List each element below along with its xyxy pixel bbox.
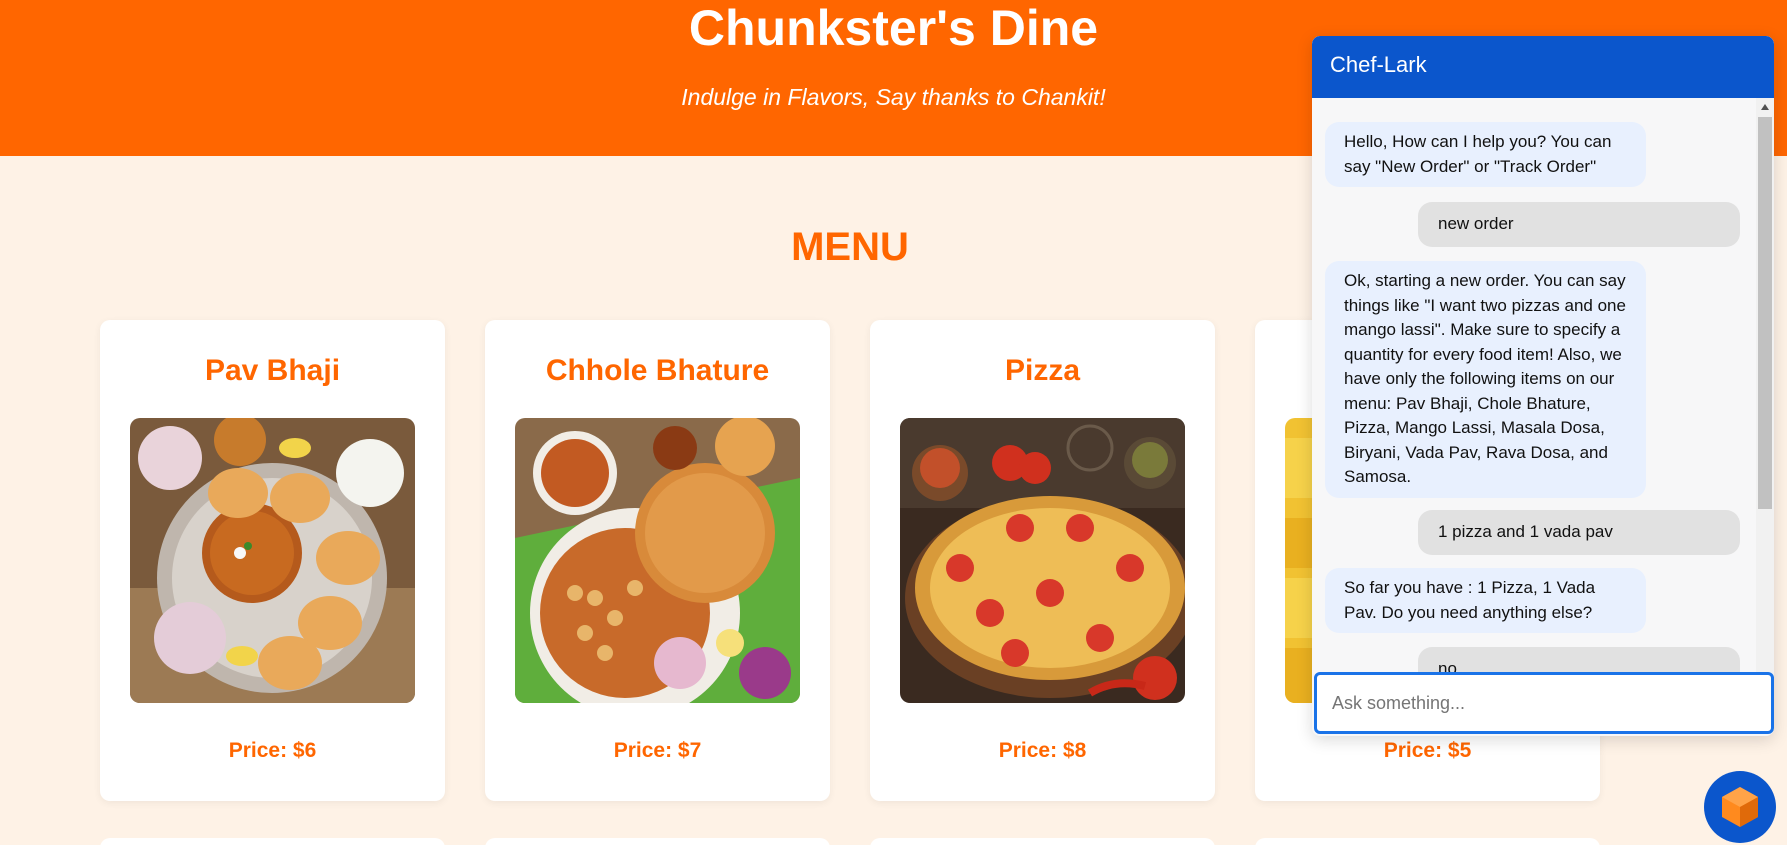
chat-message-bot: Hello, How can I help you? You can say "…	[1325, 122, 1646, 187]
menu-item-price: Price: $6	[228, 739, 317, 762]
chat-scrollbar[interactable]	[1756, 98, 1774, 704]
menu-card-row2	[870, 838, 1215, 845]
menu-card-row2	[100, 838, 445, 845]
chat-messages[interactable]: Hello, How can I help you? You can say "…	[1312, 98, 1774, 704]
menu-item-price: Price: $5	[1383, 739, 1472, 762]
pav-bhaji-image	[130, 418, 415, 703]
menu-item-name: Pav Bhaji	[204, 354, 341, 387]
menu-card-pav-bhaji: Pav Bhaji Price: $6	[100, 320, 445, 801]
scrollbar-thumb[interactable]	[1758, 117, 1772, 509]
chat-title: Chef-Lark	[1312, 36, 1774, 98]
chhole-bhature-image	[515, 418, 800, 703]
dialogflow-cube-icon	[1722, 787, 1758, 827]
chat-message-user: 1 pizza and 1 vada pav	[1418, 510, 1740, 555]
menu-card-row2	[485, 838, 830, 845]
menu-item-name: Pizza	[1004, 354, 1081, 387]
menu-item-price: Price: $8	[998, 739, 1087, 762]
pizza-image	[900, 418, 1185, 703]
menu-card-chhole-bhature: Chhole Bhature Price: $7	[485, 320, 830, 801]
chat-message-bot: Ok, starting a new order. You can say th…	[1325, 261, 1646, 498]
chat-input[interactable]	[1314, 672, 1774, 734]
chat-widget: Chef-Lark Hello, How can I help you? You…	[1312, 36, 1774, 736]
chat-message-bot: So far you have : 1 Pizza, 1 Vada Pav. D…	[1325, 568, 1646, 633]
chat-message-user: new order	[1418, 202, 1740, 247]
menu-item-price: Price: $7	[613, 739, 702, 762]
menu-card-row2	[1255, 838, 1600, 845]
menu-card-pizza: Pizza Price: $8	[870, 320, 1215, 801]
scroll-up-arrow-icon[interactable]	[1761, 104, 1769, 110]
menu-item-name: Chhole Bhature	[545, 354, 770, 387]
chat-launcher-button[interactable]	[1704, 771, 1776, 843]
